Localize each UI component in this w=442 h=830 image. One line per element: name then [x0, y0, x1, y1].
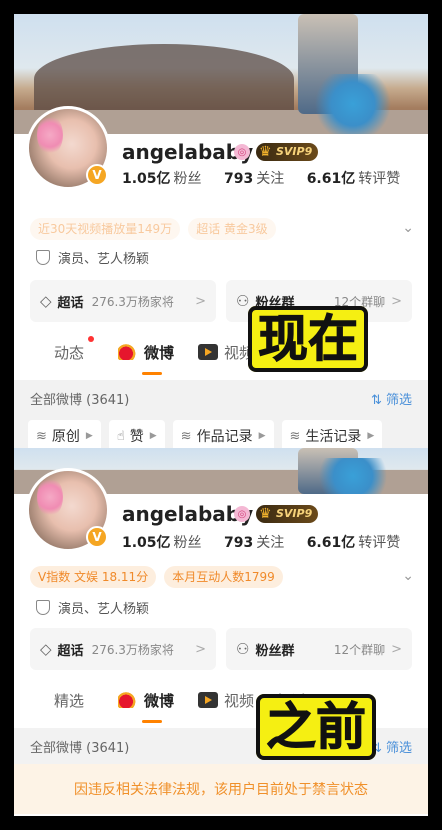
- profile-stats: 1.05亿 粉丝 793 关注 6.61亿 转评赞: [122, 532, 418, 552]
- weibo-icon: [118, 343, 139, 360]
- member-mark-icon[interactable]: ◎: [234, 506, 250, 522]
- shield-icon: [36, 600, 50, 615]
- profile-tags: 近30天视频播放量149万 超话 黄金3级: [30, 218, 392, 240]
- followers-stat[interactable]: 1.05亿 粉丝: [122, 532, 202, 552]
- following-stat[interactable]: 793 关注: [224, 168, 284, 188]
- svip-badge[interactable]: ♛ SVIP9: [256, 505, 319, 523]
- triangle-icon: ▶: [85, 431, 93, 441]
- chevron-right-icon: >: [195, 293, 206, 309]
- video-icon: [198, 691, 219, 708]
- weibo-icon: [118, 691, 139, 708]
- diamond-icon: ◇: [40, 640, 52, 658]
- triangle-icon: ▶: [367, 431, 375, 441]
- chaohua-entry[interactable]: ◇ 超话 276.3万杨家将 >: [30, 628, 216, 670]
- tag-v-index[interactable]: V指数 文娱 18.11分: [30, 566, 157, 588]
- tab-featured[interactable]: 精选: [14, 690, 102, 711]
- crown-icon: ♛: [259, 144, 272, 160]
- triangle-icon: ▶: [258, 431, 266, 441]
- member-mark-icon[interactable]: ◎: [234, 144, 250, 160]
- verified-badge-icon: V: [86, 526, 108, 548]
- chevron-right-icon: >: [391, 293, 402, 309]
- all-weibo-count[interactable]: 全部微博 (3641): [30, 389, 129, 408]
- tag-video-plays[interactable]: 近30天视频播放量149万: [30, 218, 181, 240]
- chevron-down-icon[interactable]: ⌄: [402, 568, 414, 584]
- caption-now: 现在: [248, 306, 368, 372]
- chevron-down-icon[interactable]: ⌄: [402, 220, 414, 236]
- layers-icon: ≋: [180, 428, 192, 444]
- layers-icon: ≋: [289, 428, 301, 444]
- filter-life[interactable]: ≋ 生活记录 ▶: [281, 420, 383, 448]
- verification-info: 演员、艺人杨颖: [36, 598, 149, 617]
- all-weibo-count[interactable]: 全部微博 (3641): [30, 737, 129, 756]
- tag-monthly-interaction[interactable]: 本月互动人数1799: [164, 566, 283, 588]
- filter-chips: ≋ 原创 ▶ ☝ 赞 ▶ ≋ 作品记录 ▶ ≋ 生活记录 ▶: [14, 416, 428, 448]
- triangle-icon: ▶: [149, 431, 157, 441]
- tab-weibo[interactable]: 微博: [102, 690, 192, 723]
- profile-tags: V指数 文娱 18.11分 本月互动人数1799: [30, 566, 392, 588]
- verification-info: 演员、艺人杨颖: [36, 248, 149, 267]
- tab-dynamic[interactable]: 动态: [14, 335, 102, 363]
- chevron-right-icon: >: [391, 641, 402, 657]
- filter-works[interactable]: ≋ 作品记录 ▶: [172, 420, 274, 448]
- all-weibo-bar: 全部微博 (3641) ⇅ 筛选: [14, 380, 428, 416]
- notification-dot: [88, 335, 95, 342]
- filter-original[interactable]: ≋ 原创 ▶: [28, 420, 101, 448]
- group-icon: ⚇: [236, 292, 250, 310]
- group-icon: ⚇: [236, 640, 250, 658]
- thumbs-up-icon: ☝: [116, 428, 125, 444]
- svip-badge[interactable]: ♛ SVIP9: [256, 143, 319, 161]
- filter-button[interactable]: ⇅ 筛选: [371, 389, 412, 408]
- ban-notice: 因违反相关法律法规，该用户目前处于禁言状态: [14, 764, 428, 814]
- verified-badge-icon: V: [86, 164, 108, 186]
- fans-group-entry[interactable]: ⚇ 粉丝群 12个群聊 >: [226, 628, 412, 670]
- profile-panel-before: V angelababy ◎ ♛ SVIP9 1.05亿 粉丝 793 关注 6.6…: [14, 448, 428, 816]
- caption-before: 之前: [256, 694, 376, 760]
- tag-chaohua-level[interactable]: 超话 黄金3级: [188, 218, 276, 240]
- crown-icon: ♛: [259, 506, 272, 522]
- layers-icon: ≋: [36, 428, 47, 444]
- interactions-stat[interactable]: 6.61亿 转评赞: [307, 168, 401, 188]
- video-icon: [198, 343, 219, 360]
- profile-card: V angelababy ◎ ♛ SVIP9 1.05亿 粉丝 793 关注 6.6…: [14, 106, 428, 448]
- interactions-stat[interactable]: 6.61亿 转评赞: [307, 532, 401, 552]
- profile-panel-now: V angelababy ◎ ♛ SVIP9 1.05亿 粉丝 793 关注 6.6…: [14, 14, 428, 448]
- diamond-icon: ◇: [40, 292, 52, 310]
- shield-icon: [36, 250, 50, 265]
- chaohua-entry[interactable]: ◇ 超话 276.3万杨家将 >: [30, 280, 216, 322]
- profile-stats: 1.05亿 粉丝 793 关注 6.61亿 转评赞: [122, 168, 418, 188]
- following-stat[interactable]: 793 关注: [224, 532, 284, 552]
- chevron-right-icon: >: [195, 641, 206, 657]
- filter-button[interactable]: ⇅ 筛选: [371, 737, 412, 756]
- followers-stat[interactable]: 1.05亿 粉丝: [122, 168, 202, 188]
- tab-weibo[interactable]: 微博: [102, 342, 192, 375]
- profile-card: V angelababy ◎ ♛ SVIP9 1.05亿 粉丝 793 关注 6.6…: [14, 468, 428, 816]
- filter-liked[interactable]: ☝ 赞 ▶: [108, 420, 165, 448]
